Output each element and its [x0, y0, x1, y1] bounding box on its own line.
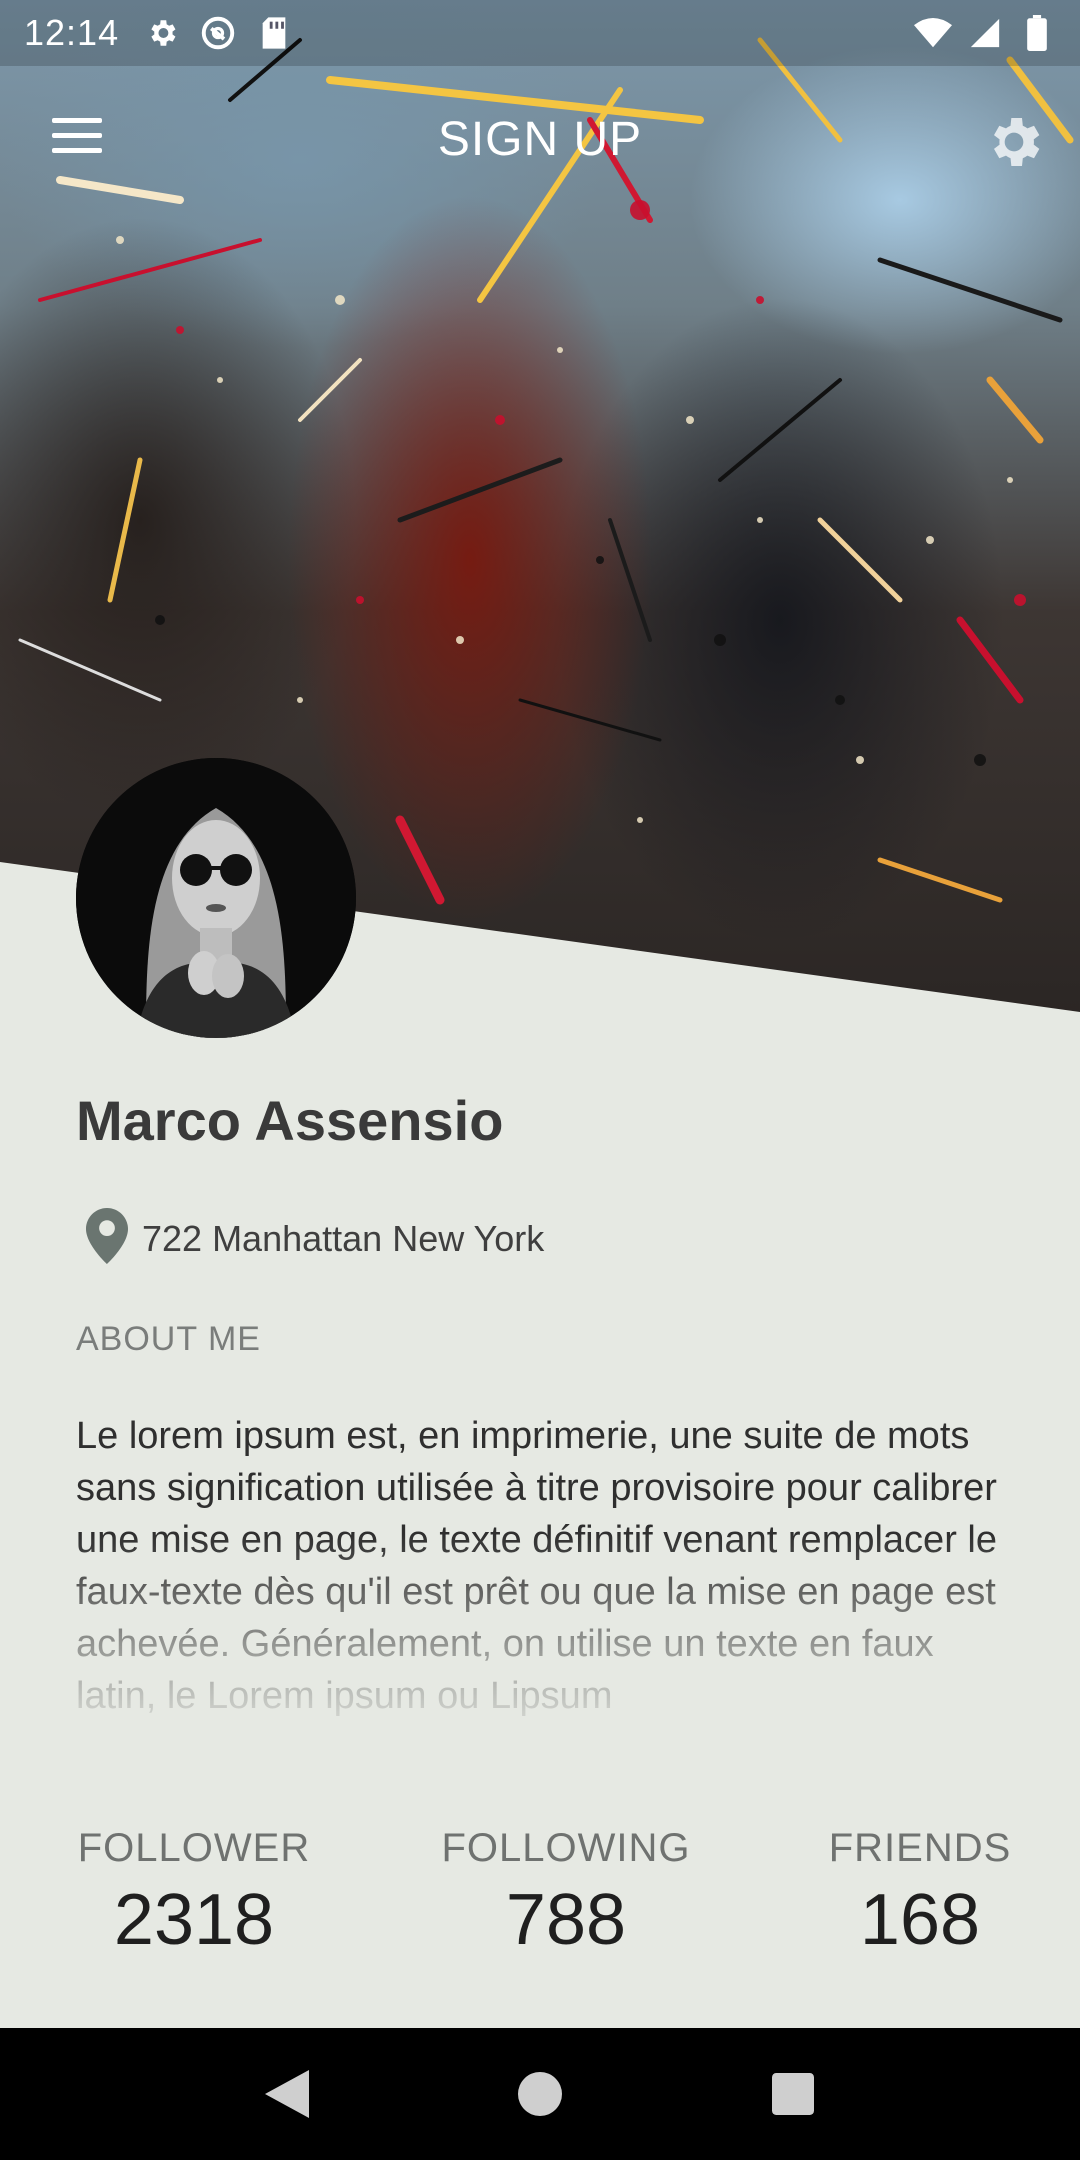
page-title: SIGN UP — [437, 113, 643, 166]
signal-icon — [966, 14, 1004, 52]
status-time: 12:14 — [24, 12, 120, 53]
stat-label: FOLLOWING — [441, 1826, 691, 1870]
battery-icon — [1018, 14, 1056, 52]
app-bar: SIGN UP — [0, 100, 1080, 180]
stat-label: FRIENDS — [828, 1826, 1012, 1870]
profile-name: Marco Assensio — [76, 1089, 504, 1152]
stat-friends[interactable]: FRIENDS 168 — [824, 1826, 1016, 1961]
at-icon — [199, 14, 237, 52]
gear-icon[interactable] — [982, 110, 1046, 174]
location-text: 722 Manhattan New York — [142, 1217, 545, 1259]
stat-value: 168 — [859, 1880, 981, 1960]
stat-following[interactable]: FOLLOWING 788 — [436, 1826, 696, 1961]
stat-follower[interactable]: FOLLOWER 2318 — [76, 1826, 312, 1961]
recents-icon[interactable] — [753, 2054, 833, 2134]
system-nav-bar — [0, 2028, 1080, 2160]
about-text: Le lorem ipsum est, en imprimerie, une s… — [76, 1415, 997, 1717]
stats-row: FOLLOWER 2318 FOLLOWING 788 FRIENDS 168 — [76, 1826, 1016, 1976]
sd-card-icon — [255, 14, 293, 52]
stat-value: 788 — [505, 1880, 627, 1960]
status-right-icons — [914, 14, 1056, 52]
stat-value: 2318 — [113, 1880, 275, 1960]
location-row: 722 Manhattan New York — [86, 1208, 544, 1269]
home-icon[interactable] — [500, 2054, 580, 2134]
location-pin-icon — [86, 1208, 128, 1269]
status-bar: 12:14 — [0, 0, 1080, 66]
status-left-icons — [143, 14, 293, 52]
back-icon[interactable] — [247, 2054, 327, 2134]
avatar[interactable] — [76, 758, 356, 1038]
about-heading: ABOUT ME — [76, 1320, 261, 1358]
stat-label: FOLLOWER — [77, 1826, 311, 1870]
gear-icon — [143, 14, 181, 52]
about-section: Le lorem ipsum est, en imprimerie, une s… — [76, 1410, 1006, 1770]
wifi-icon — [914, 14, 952, 52]
